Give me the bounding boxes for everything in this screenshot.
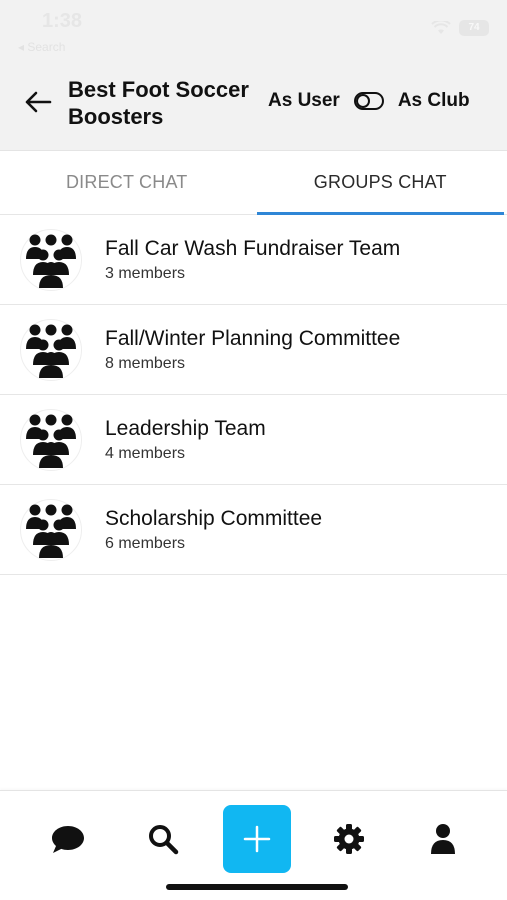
nav-profile-button[interactable] <box>423 819 463 859</box>
arrow-left-icon <box>25 91 52 113</box>
chat-tabs: DIRECT CHAT GROUPS CHAT <box>0 151 507 215</box>
profile-icon <box>431 824 455 854</box>
group-avatar <box>20 319 82 381</box>
list-item[interactable]: Fall/Winter Planning Committee 8 members <box>0 305 507 395</box>
chat-icon <box>52 826 84 853</box>
list-item[interactable]: Fall Car Wash Fundraiser Team 3 members <box>0 215 507 305</box>
group-name: Fall/Winter Planning Committee <box>105 327 401 350</box>
status-time: 1:38 <box>42 10 83 32</box>
search-icon <box>149 825 179 855</box>
group-name: Scholarship Committee <box>105 507 323 530</box>
group-avatar <box>20 229 82 291</box>
gear-icon <box>334 824 364 854</box>
list-item[interactable]: Scholarship Committee 6 members <box>0 485 507 575</box>
mode-toggle: As User As Club <box>268 90 470 112</box>
mode-club-label[interactable]: As Club <box>398 90 470 112</box>
nav-settings-button[interactable] <box>329 819 369 859</box>
group-member-count: 3 members <box>105 265 186 282</box>
wifi-icon <box>431 21 451 34</box>
group-info: Fall/Winter Planning Committee 8 members <box>105 325 400 375</box>
group-icon <box>26 504 76 558</box>
home-indicator <box>166 884 348 890</box>
club-title: Best Foot Soccer Boosters <box>68 77 249 129</box>
group-info: Scholarship Committee 6 members <box>105 505 322 555</box>
plus-icon <box>243 825 271 853</box>
group-member-count: 4 members <box>105 445 186 462</box>
add-button[interactable] <box>223 805 291 873</box>
status-icons: 74 <box>431 20 489 36</box>
group-icon <box>26 414 76 468</box>
group-info: Fall Car Wash Fundraiser Team 3 members <box>105 235 400 285</box>
group-member-count: 6 members <box>105 535 186 552</box>
status-bar: 1:38 ◂ Search 74 <box>0 0 507 58</box>
back-button[interactable] <box>22 86 54 118</box>
tab-groups-chat[interactable]: GROUPS CHAT <box>254 151 507 215</box>
mode-user-label[interactable]: As User <box>268 90 340 112</box>
toggle-switch[interactable] <box>353 92 384 110</box>
group-member-count: 8 members <box>105 355 186 372</box>
group-list: Fall Car Wash Fundraiser Team 3 members … <box>0 215 507 575</box>
group-avatar <box>20 409 82 471</box>
nav-chat-button[interactable] <box>48 819 88 859</box>
group-info: Leadership Team 4 members <box>105 415 266 465</box>
group-name: Leadership Team <box>105 417 266 440</box>
group-name: Fall Car Wash Fundraiser Team <box>105 237 401 260</box>
battery-icon: 74 <box>459 20 489 36</box>
group-icon <box>26 324 76 378</box>
nav-search-button[interactable] <box>143 819 183 859</box>
header: Best Foot Soccer Boosters As User As Clu… <box>0 58 507 151</box>
group-avatar <box>20 499 82 561</box>
list-item[interactable]: Leadership Team 4 members <box>0 395 507 485</box>
tab-direct-chat[interactable]: DIRECT CHAT <box>0 151 254 214</box>
group-icon <box>26 234 76 288</box>
status-back-label: ◂ Search <box>18 40 66 54</box>
